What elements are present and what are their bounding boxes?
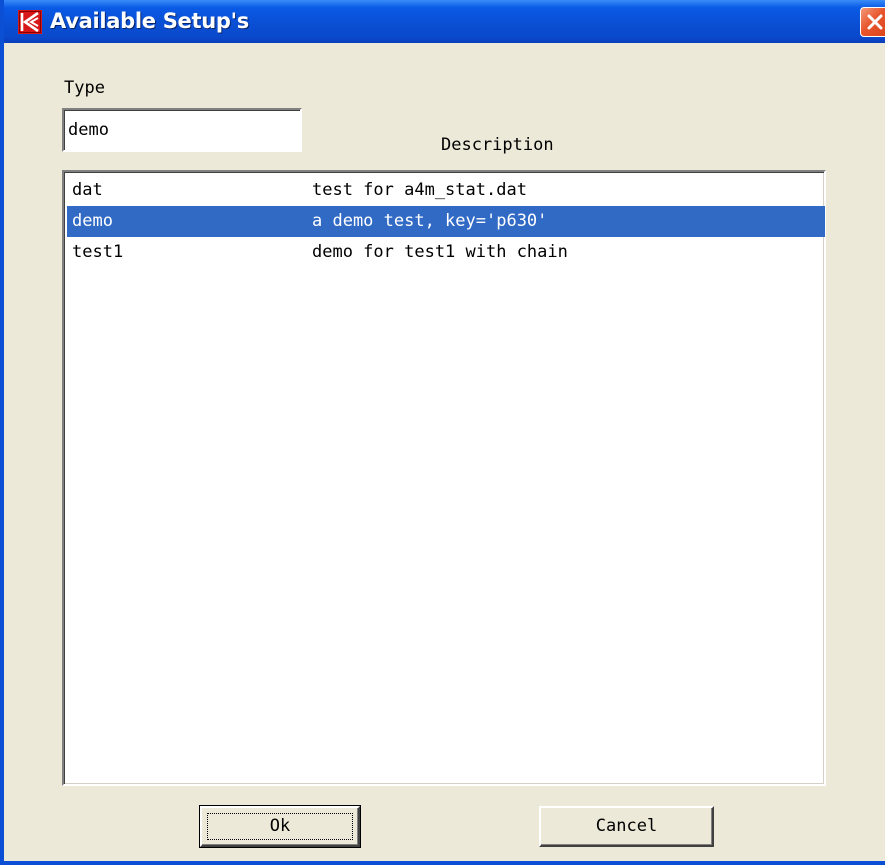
ok-button-label: Ok (269, 816, 291, 836)
ok-button[interactable]: Ok (199, 805, 361, 848)
list-item-dat[interactable]: dat test for a4m_stat.dat (67, 175, 825, 206)
list-item-demo[interactable]: demo a demo test, key='p630' (67, 206, 825, 237)
type-input[interactable]: demo (62, 108, 302, 152)
setup-type: test1 (72, 242, 124, 262)
title-bar[interactable]: Available Setup's (4, 0, 885, 43)
setup-list[interactable]: dat test for a4m_stat.dat demo a demo te… (62, 170, 826, 786)
description-label: Description (441, 135, 554, 155)
k-logo-icon (18, 10, 42, 34)
cancel-button[interactable]: Cancel (539, 806, 714, 847)
type-label: Type (64, 78, 105, 98)
setup-dialog: Available Setup's Type demo Description … (0, 0, 885, 865)
close-button[interactable] (860, 7, 885, 37)
window-title: Available Setup's (50, 9, 249, 33)
setup-description: demo for test1 with chain (312, 242, 568, 262)
close-icon (867, 14, 883, 30)
setup-description: test for a4m_stat.dat (312, 180, 527, 200)
setup-type: demo (72, 211, 113, 231)
setup-description: a demo test, key='p630' (312, 211, 548, 231)
list-item-test1[interactable]: test1 demo for test1 with chain (67, 237, 825, 268)
cancel-button-label: Cancel (595, 816, 658, 836)
setup-type: dat (72, 180, 103, 200)
